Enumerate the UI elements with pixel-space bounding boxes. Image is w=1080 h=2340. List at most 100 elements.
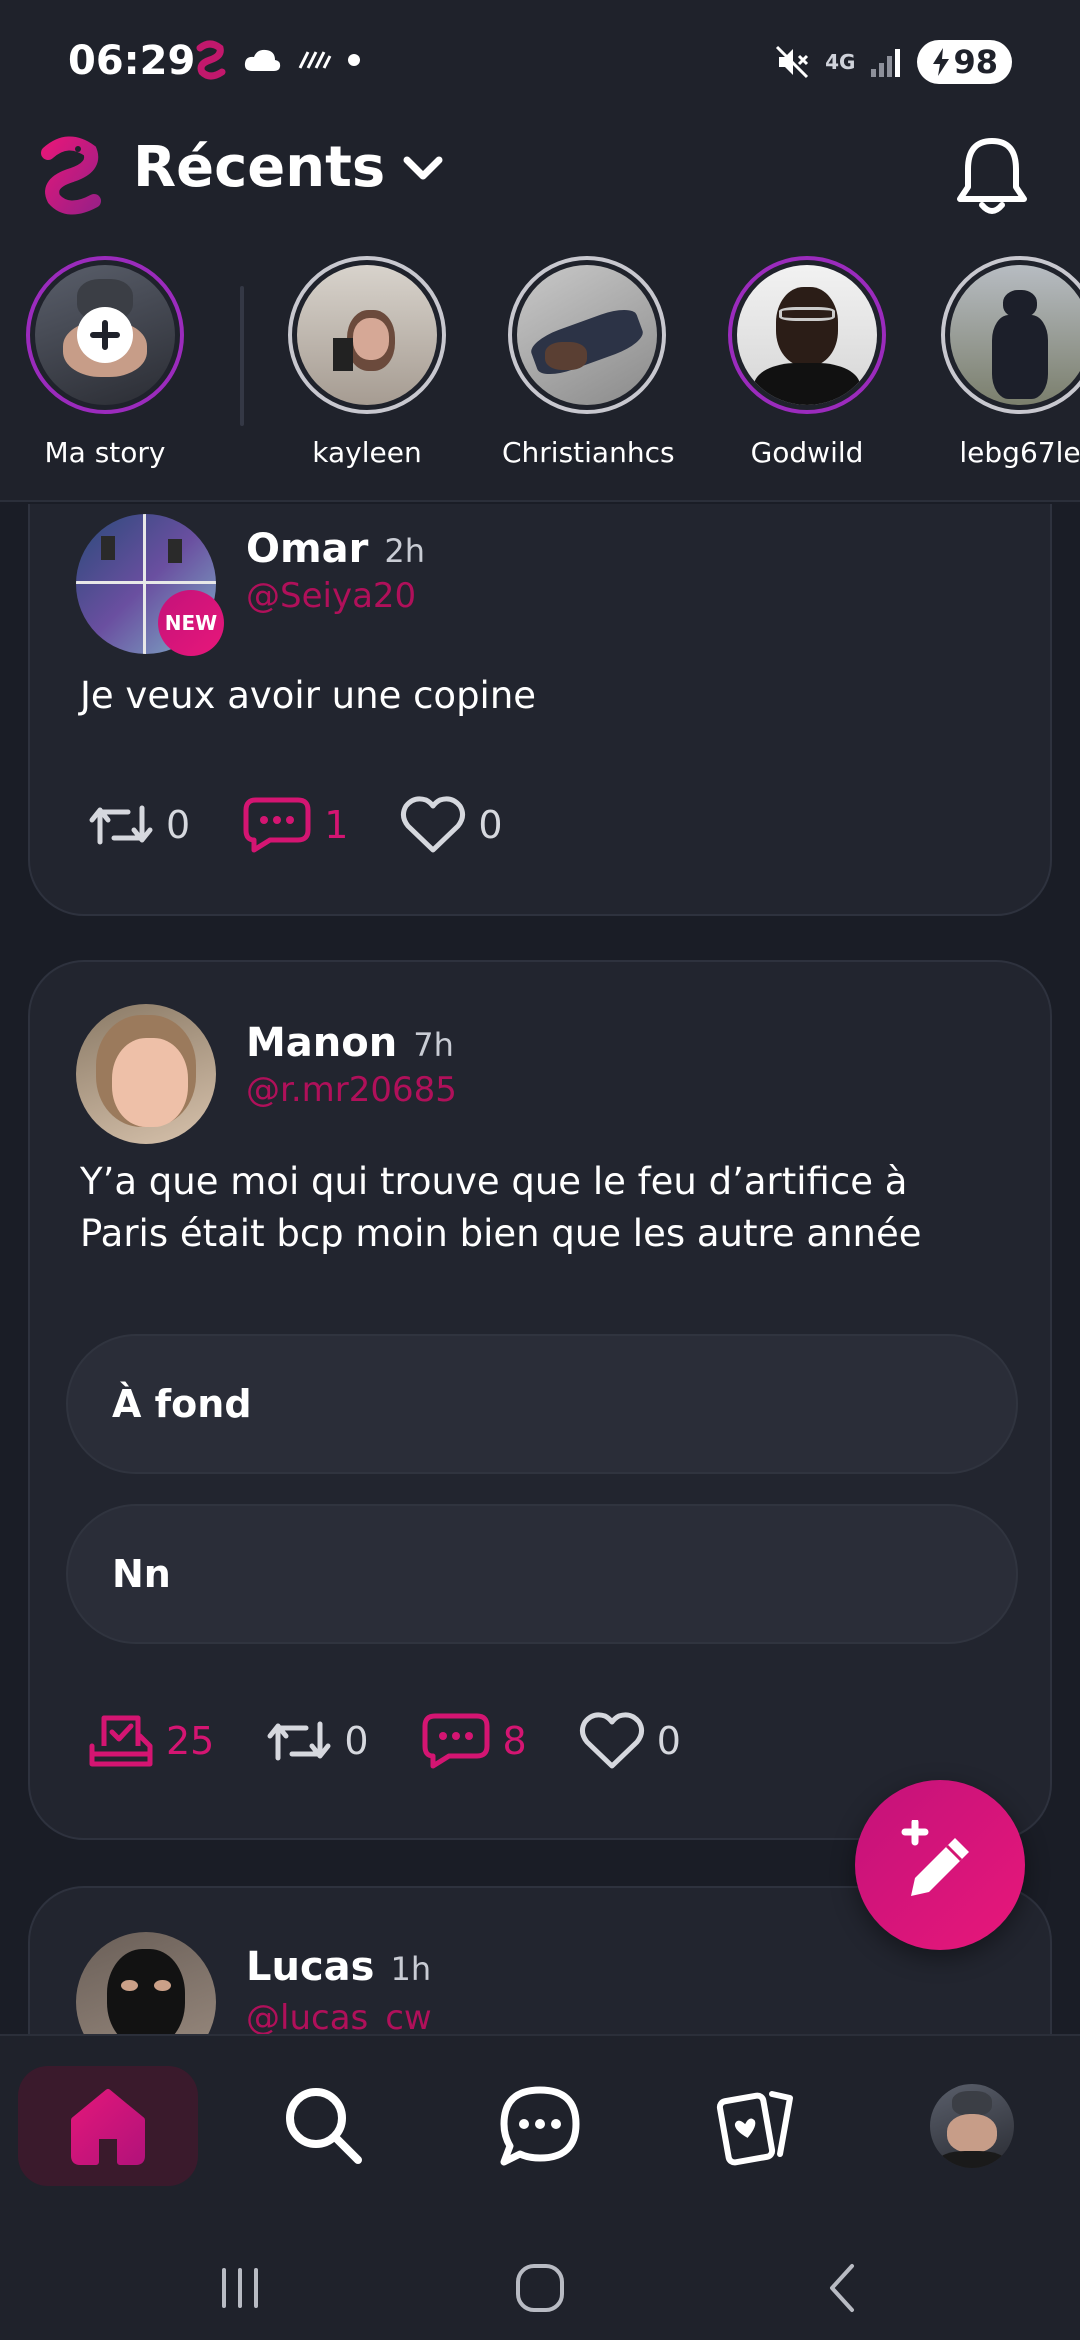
page-title: Récents: [133, 135, 386, 200]
story-my-story[interactable]: Ma story: [20, 256, 190, 469]
repost-action[interactable]: 0: [266, 1714, 369, 1768]
post-actions: 25 0 8 0: [88, 1712, 681, 1770]
nav-search[interactable]: [234, 2066, 414, 2186]
poll-option[interactable]: Nn: [66, 1504, 1018, 1644]
mute-icon: [776, 45, 809, 79]
story-name: lebg67le: [959, 436, 1080, 469]
comment-icon: [422, 1713, 490, 1769]
battery-level: 98: [953, 43, 998, 81]
chevron-down-icon: [403, 156, 443, 179]
avatar: [737, 265, 877, 405]
story-christianhcs[interactable]: Christianhcs: [502, 256, 675, 469]
avatar: [297, 265, 437, 405]
home-button-icon[interactable]: [510, 2258, 570, 2318]
heart-icon: [401, 796, 466, 853]
like-count: 0: [656, 1719, 681, 1763]
new-post-button[interactable]: [855, 1780, 1025, 1950]
post-card[interactable]: NEW Omar 2h @Seiya20 Je veux avoir une c…: [28, 504, 1052, 916]
avatar: [35, 265, 175, 405]
plus-icon: [90, 320, 120, 350]
avatar[interactable]: [76, 1004, 216, 1144]
post-actions: 0 1 0: [88, 796, 503, 854]
battery-indicator: 98: [917, 40, 1012, 84]
story-godwild[interactable]: Godwild: [722, 256, 892, 469]
story-name: kayleen: [312, 436, 422, 469]
add-story-button[interactable]: [77, 307, 133, 363]
chat-bubble-icon: [500, 2086, 580, 2166]
home-icon: [71, 2089, 145, 2165]
nav-messages[interactable]: [450, 2066, 630, 2186]
post-card[interactable]: Manon 7h @r.mr20685 Y’a que moi qui trou…: [28, 960, 1052, 1840]
post-handle[interactable]: @Seiya20: [246, 576, 416, 616]
new-badge-label: NEW: [164, 611, 218, 635]
avatar: [517, 265, 657, 405]
feed-selector[interactable]: Récents: [133, 135, 443, 200]
nav-home[interactable]: [18, 2066, 198, 2186]
story-name: Ma story: [44, 436, 166, 469]
repost-action[interactable]: 0: [88, 798, 190, 852]
post-text-line: Paris était bcp moin bien que les autre …: [80, 1212, 922, 1255]
app-logo-icon: [41, 136, 101, 215]
avatar[interactable]: [76, 1932, 216, 2034]
post-author[interactable]: Lucas: [246, 1944, 374, 1990]
status-time: 06:29: [68, 38, 196, 84]
status-bar: 06:29 4G 98: [0, 0, 1080, 125]
post-time: 7h: [413, 1026, 454, 1064]
poll-option[interactable]: À fond: [66, 1334, 1018, 1474]
story-kayleen[interactable]: kayleen: [282, 256, 452, 469]
stories-divider: [240, 286, 244, 426]
comment-count: 8: [502, 1719, 527, 1763]
post-time: 2h: [384, 532, 426, 570]
nav-profile[interactable]: [882, 2066, 1062, 2186]
app-logo-small-icon: [196, 40, 226, 80]
search-icon: [286, 2088, 362, 2164]
post-author-row: Omar 2h: [246, 526, 425, 572]
post-text-line: Y’a que moi qui trouve que le feu d’arti…: [80, 1160, 908, 1203]
bottom-navigation: [0, 2034, 1080, 2234]
repost-icon: [89, 805, 153, 845]
story-lebg67le[interactable]: lebg67le: [935, 256, 1080, 469]
avatar: [950, 265, 1080, 405]
like-count: 0: [478, 803, 503, 847]
post-text: Y’a que moi qui trouve que le feu d’arti…: [80, 1156, 1020, 1260]
heart-icon: [579, 1712, 644, 1769]
status-icons-right: 4G 98: [773, 40, 1012, 84]
post-text: Je veux avoir une copine: [80, 674, 537, 717]
profile-avatar: [930, 2084, 1014, 2168]
comment-count: 1: [324, 803, 349, 847]
nav-cards[interactable]: [666, 2066, 846, 2186]
comment-icon: [243, 797, 311, 853]
dot-icon: [348, 54, 360, 66]
hatched-signal-icon: [298, 51, 332, 69]
story-name: Christianhcs: [502, 436, 675, 469]
post-author[interactable]: Omar: [246, 526, 368, 572]
status-icons-left: [192, 40, 362, 80]
post-author-row: Manon 7h: [246, 1020, 454, 1066]
story-name: Godwild: [750, 436, 864, 469]
post-author[interactable]: Manon: [246, 1020, 397, 1066]
repost-count: 0: [344, 1719, 369, 1763]
like-action[interactable]: 0: [579, 1712, 681, 1770]
recent-apps-icon[interactable]: [210, 2258, 270, 2318]
votes-action[interactable]: 25: [88, 1712, 214, 1770]
comment-action[interactable]: 1: [242, 796, 348, 854]
repost-icon: [267, 1721, 331, 1761]
ballot-box-icon: [89, 1715, 153, 1767]
system-navigation: [0, 2234, 1080, 2340]
cloud-icon: [244, 49, 281, 71]
stories-bar: Ma story kayleen Christianhcs Godwild le…: [0, 250, 1080, 502]
votes-count: 25: [166, 1719, 215, 1763]
network-type: 4G: [825, 50, 856, 74]
post-handle[interactable]: @lucas_cw: [246, 1998, 432, 2034]
back-button-icon[interactable]: [814, 2258, 874, 2318]
post-handle[interactable]: @r.mr20685: [246, 1070, 457, 1110]
post-time: 1h: [390, 1950, 432, 1988]
playing-cards-icon: [716, 2091, 793, 2166]
compose-pencil-icon: [901, 1820, 969, 1896]
like-action[interactable]: 0: [400, 796, 503, 854]
charging-bolt-icon: [933, 48, 950, 76]
notifications-bell-icon[interactable]: [954, 133, 1030, 219]
comment-action[interactable]: 8: [421, 1712, 527, 1770]
repost-count: 0: [166, 803, 191, 847]
post-author-row: Lucas 1h: [246, 1944, 431, 1990]
